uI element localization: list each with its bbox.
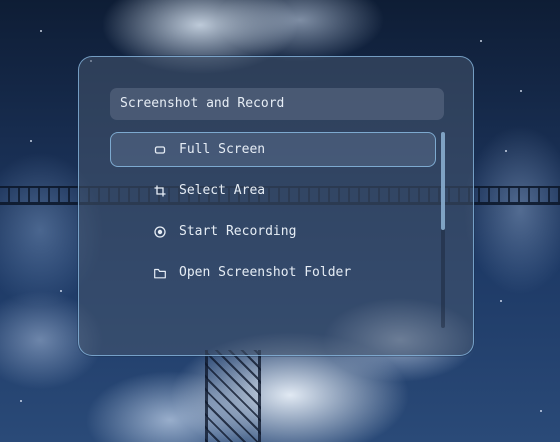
wallpaper-tower (205, 350, 261, 442)
star (520, 90, 522, 92)
menu-item-label: Select Area (179, 183, 266, 198)
star (20, 400, 22, 402)
star (60, 290, 62, 292)
menu-item-start-recording[interactable]: Start Recording (110, 214, 436, 249)
launcher-prompt[interactable]: Screenshot and Record (110, 88, 444, 120)
list-scrollbar[interactable] (441, 132, 445, 328)
folder-icon (153, 266, 167, 280)
star (540, 410, 542, 412)
menu-item-label: Start Recording (179, 224, 297, 239)
star (500, 300, 502, 302)
menu-item-select-area[interactable]: Select Area (110, 173, 436, 208)
screen-rectangle-icon (153, 143, 167, 157)
scrollbar-thumb[interactable] (441, 132, 445, 230)
menu-item-full-screen[interactable]: Full Screen (110, 132, 436, 167)
menu-item-open-screenshot-folder[interactable]: Open Screenshot Folder (110, 255, 436, 290)
star (30, 140, 32, 142)
screenshot-launcher: Screenshot and Record Full Screen Select… (78, 56, 474, 356)
star (505, 150, 507, 152)
star (40, 30, 42, 32)
star (480, 40, 482, 42)
crop-icon (153, 184, 167, 198)
menu-item-label: Open Screenshot Folder (179, 265, 352, 280)
menu-item-label: Full Screen (179, 142, 266, 157)
record-icon (153, 225, 167, 239)
launcher-list: Full Screen Select Area Start Recording (110, 132, 436, 296)
